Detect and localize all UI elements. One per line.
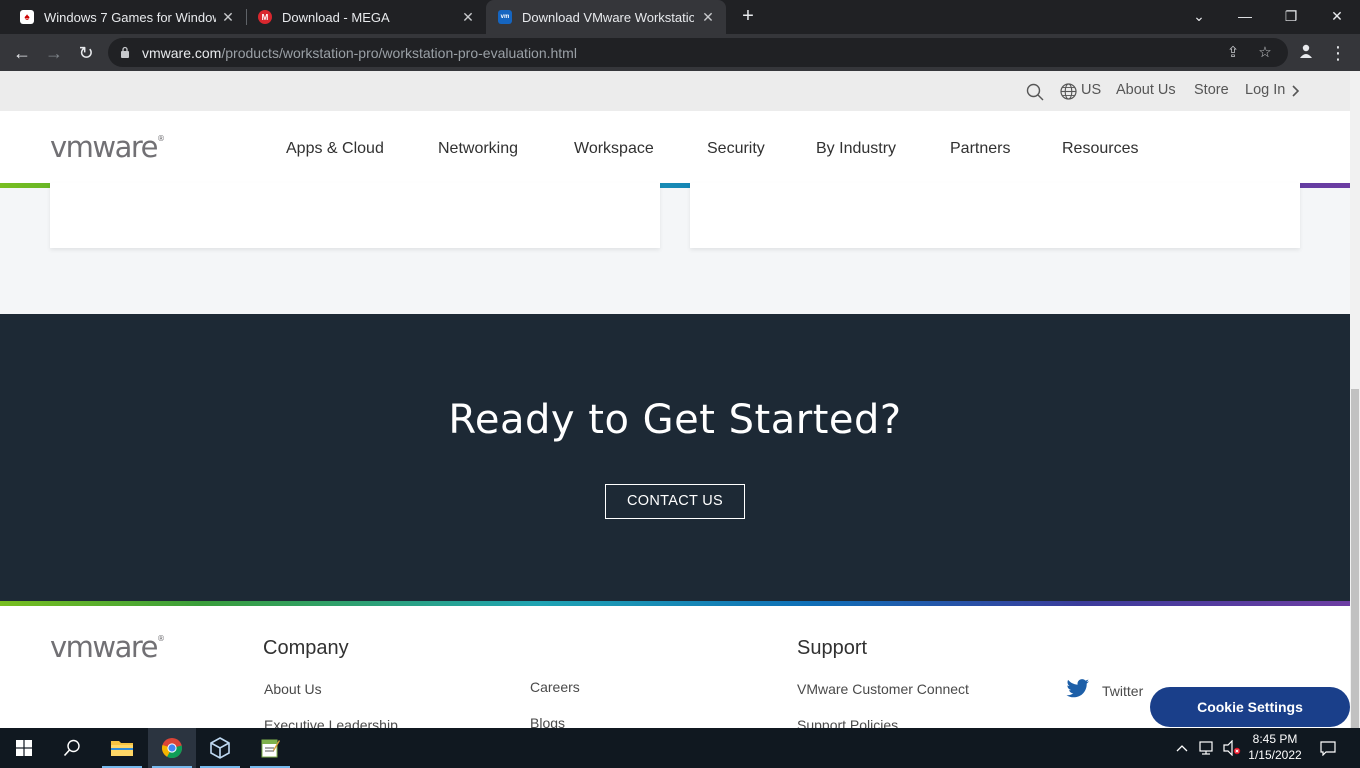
store-link[interactable]: Store [1194, 82, 1229, 98]
url-text: vmware.com/products/workstation-pro/work… [142, 45, 577, 61]
download-card [50, 183, 660, 248]
action-center-icon[interactable] [1314, 728, 1342, 768]
nav-by-industry[interactable]: By Industry [816, 140, 896, 158]
scrollbar-thumb[interactable] [1351, 389, 1359, 728]
contact-us-button[interactable]: CONTACT US [605, 484, 745, 519]
solitaire-favicon: ♠ [20, 10, 34, 24]
tab-title: Download VMware Workstation P [522, 9, 694, 25]
tab-windows7-games[interactable]: ♠ Windows 7 Games for Windows ✕ [0, 0, 246, 34]
footer: vmware® Company About Us Executive Leade… [0, 606, 1350, 728]
footer-link-customer-connect[interactable]: VMware Customer Connect [797, 681, 969, 697]
footer-link-executive-leadership[interactable]: Executive Leadership [264, 717, 398, 728]
nav-partners[interactable]: Partners [950, 140, 1010, 158]
show-hidden-icons-chevron-icon[interactable] [1172, 728, 1192, 768]
cta-section: Ready to Get Started? CONTACT US [0, 314, 1350, 601]
windows-taskbar: 8:45 PM 1/15/2022 [0, 728, 1360, 768]
footer-company-heading: Company [263, 637, 349, 659]
main-nav: vmware® Apps & Cloud Networking Workspac… [0, 111, 1350, 183]
footer-link-careers[interactable]: Careers [530, 679, 580, 695]
close-tab-icon[interactable]: ✕ [460, 9, 476, 25]
address-bar[interactable]: vmware.com/products/workstation-pro/work… [108, 38, 1288, 67]
nav-security[interactable]: Security [707, 140, 765, 158]
nav-apps-cloud[interactable]: Apps & Cloud [286, 140, 384, 158]
new-tab-icon[interactable]: + [737, 5, 759, 27]
network-icon[interactable] [1196, 728, 1218, 768]
cookie-settings-button[interactable]: Cookie Settings [1150, 687, 1350, 727]
notepad-icon[interactable] [246, 728, 294, 768]
restore-icon[interactable]: ❐ [1268, 0, 1314, 34]
chevron-right-icon [1292, 85, 1300, 97]
vmware-logo[interactable]: vmware® [50, 130, 165, 164]
about-us-link[interactable]: About Us [1116, 82, 1176, 98]
tab-search-chevron-icon[interactable]: ⌄ [1176, 0, 1222, 34]
globe-icon[interactable] [1060, 83, 1077, 100]
forward-icon[interactable]: → [41, 40, 67, 66]
tab-title: Windows 7 Games for Windows [44, 9, 216, 25]
clock-time: 8:45 PM [1252, 732, 1298, 746]
virtualbox-icon[interactable] [196, 728, 244, 768]
lock-icon[interactable] [120, 46, 130, 58]
vmware-footer-logo[interactable]: vmware® [50, 630, 165, 664]
footer-link-about-us[interactable]: About Us [264, 681, 322, 697]
minimize-icon[interactable]: — [1222, 0, 1268, 34]
nav-workspace[interactable]: Workspace [574, 140, 654, 158]
footer-link-blogs[interactable]: Blogs [530, 715, 565, 728]
tab-title: Download - MEGA [282, 9, 390, 25]
browser-menu-icon[interactable]: ⋮ [1325, 40, 1351, 66]
cta-heading: Ready to Get Started? [448, 397, 902, 443]
page-viewport: US About Us Store Log In vmware® Apps & … [0, 71, 1350, 728]
page-scrollbar[interactable] [1350, 71, 1360, 728]
browser-tab-bar: ♠ Windows 7 Games for Windows ✕ M Downlo… [0, 0, 1360, 34]
chrome-icon[interactable] [148, 728, 196, 768]
close-tab-icon[interactable]: ✕ [700, 9, 716, 25]
region-selector[interactable]: US [1081, 82, 1101, 98]
search-icon[interactable] [1026, 83, 1044, 101]
tab-mega[interactable]: M Download - MEGA ✕ [238, 0, 486, 34]
login-link[interactable]: Log In [1245, 82, 1285, 98]
system-clock[interactable]: 8:45 PM 1/15/2022 [1240, 731, 1310, 763]
nav-networking[interactable]: Networking [438, 140, 518, 158]
close-tab-icon[interactable]: ✕ [220, 9, 236, 25]
footer-support-heading: Support [797, 637, 868, 659]
utility-nav: US About Us Store Log In [0, 71, 1350, 111]
footer-link-support-policies[interactable]: Support Policies [797, 717, 898, 728]
nav-resources[interactable]: Resources [1062, 140, 1138, 158]
file-explorer-icon[interactable] [98, 728, 146, 768]
back-icon[interactable]: ← [9, 40, 35, 66]
profile-icon[interactable] [1293, 40, 1319, 66]
search-icon[interactable] [48, 728, 96, 768]
tab-vmware[interactable]: vm Download VMware Workstation P ✕ [486, 0, 726, 34]
reload-icon[interactable]: ↻ [73, 40, 99, 66]
clock-date: 1/15/2022 [1248, 748, 1302, 762]
twitter-icon[interactable] [1066, 679, 1090, 699]
download-card [690, 183, 1300, 248]
bookmark-star-icon[interactable]: ☆ [1256, 44, 1274, 62]
share-icon[interactable]: ⇪ [1224, 44, 1242, 62]
windows-start-icon[interactable] [0, 728, 48, 768]
footer-link-twitter[interactable]: Twitter [1102, 683, 1143, 699]
close-window-icon[interactable]: ✕ [1314, 0, 1360, 34]
browser-toolbar: ← → ↻ vmware.com/products/workstation-pr… [0, 34, 1360, 71]
mega-favicon: M [258, 10, 272, 24]
vmware-favicon: vm [498, 10, 512, 24]
